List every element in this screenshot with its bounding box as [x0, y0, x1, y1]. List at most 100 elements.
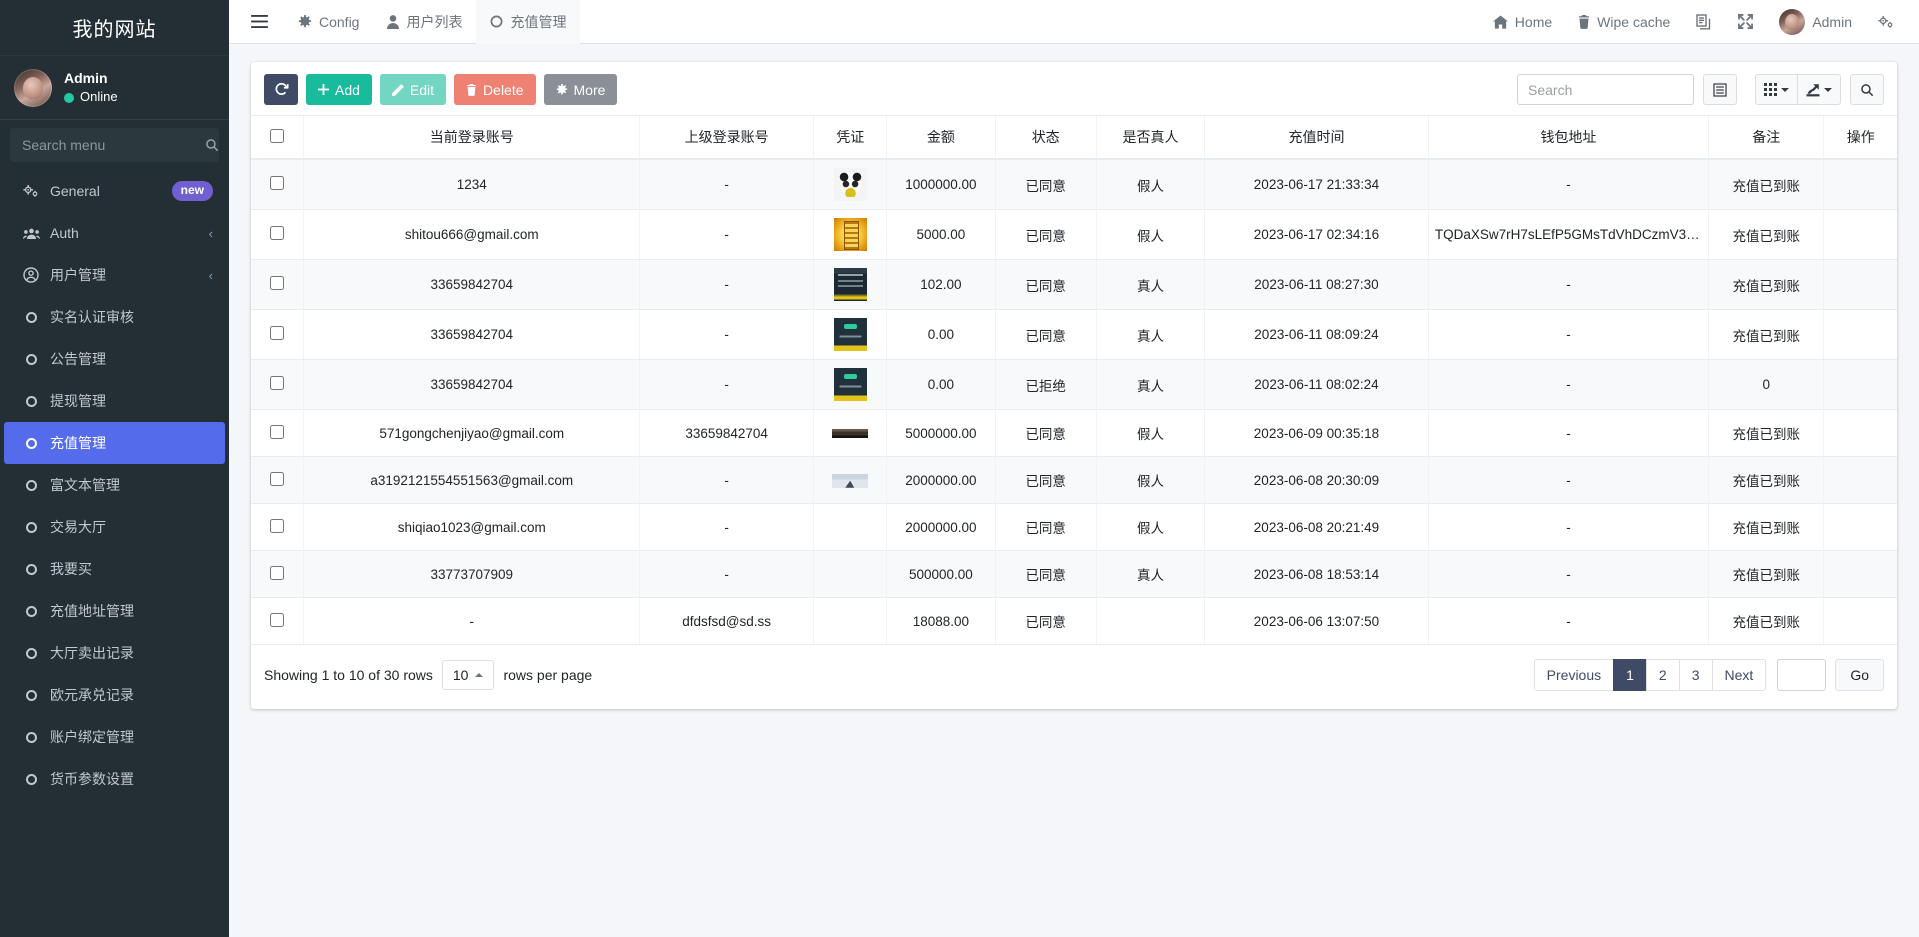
table-row[interactable]: 33773707909-500000.00已同意真人2023-06-08 18:…	[251, 551, 1897, 598]
select-all-checkbox[interactable]	[270, 129, 284, 143]
sidebar-item-公告管理[interactable]: 公告管理	[4, 338, 225, 380]
wipe-cache-button[interactable]: Wipe cache	[1565, 0, 1683, 44]
cell-amount: 5000.00	[887, 210, 995, 260]
page-next[interactable]: Next	[1712, 659, 1767, 691]
sidebar-item-货币参数设置[interactable]: 货币参数设置	[4, 758, 225, 800]
table-row[interactable]: -dfdsfsd@sd.ss18088.00已同意2023-06-06 13:0…	[251, 598, 1897, 645]
search-icon[interactable]	[205, 138, 219, 152]
row-checkbox[interactable]	[270, 276, 284, 290]
cell-is-real: 真人	[1096, 551, 1204, 598]
voucher-thumbnail[interactable]	[834, 318, 867, 351]
row-checkbox[interactable]	[270, 566, 284, 580]
sidebar-item-大厅卖出记录[interactable]: 大厅卖出记录	[4, 632, 225, 674]
col-状态[interactable]: 状态	[995, 116, 1096, 160]
col-当前登录账号[interactable]: 当前登录账号	[304, 116, 640, 160]
sidebar-item-auth[interactable]: Auth ‹	[4, 212, 225, 254]
col-充值时间[interactable]: 充值时间	[1205, 116, 1429, 160]
sidebar-item-充值管理[interactable]: 充值管理	[4, 422, 225, 464]
refresh-button[interactable]	[264, 74, 298, 105]
table-row[interactable]: 571gongchenjiyao@gmail.com33659842704500…	[251, 410, 1897, 457]
page-3[interactable]: 3	[1679, 659, 1713, 691]
go-page-input[interactable]	[1777, 659, 1826, 691]
row-checkbox[interactable]	[270, 176, 284, 190]
cell-is-real: 真人	[1096, 260, 1204, 310]
col-上级登录账号[interactable]: 上级登录账号	[640, 116, 814, 160]
voucher-thumbnail[interactable]	[832, 429, 868, 438]
cell-amount: 0.00	[887, 360, 995, 410]
voucher-thumbnail[interactable]	[834, 168, 867, 201]
page-2[interactable]: 2	[1646, 659, 1680, 691]
row-checkbox[interactable]	[270, 226, 284, 240]
fullscreen-button[interactable]	[1725, 0, 1766, 44]
voucher-thumbnail[interactable]	[832, 474, 868, 488]
table-row[interactable]: shiqiao1023@gmail.com-2000000.00已同意假人202…	[251, 504, 1897, 551]
trash-icon	[1578, 15, 1590, 29]
search-input[interactable]	[1517, 74, 1694, 105]
page-size-selector[interactable]: 10	[442, 660, 495, 690]
sidebar-item-充值地址管理[interactable]: 充值地址管理	[4, 590, 225, 632]
table-row[interactable]: 33659842704-102.00已同意真人2023-06-11 08:27:…	[251, 260, 1897, 310]
col-备注[interactable]: 备注	[1709, 116, 1824, 160]
col-凭证[interactable]: 凭证	[814, 116, 887, 160]
cell-action	[1824, 260, 1897, 310]
sidebar-item-user-management[interactable]: 用户管理 ‹	[4, 254, 225, 296]
search-menu-input[interactable]	[20, 136, 205, 154]
sidebar-item-富文本管理[interactable]: 富文本管理	[4, 464, 225, 506]
sidebar-item-general[interactable]: General new	[4, 170, 225, 212]
go-button[interactable]: Go	[1835, 659, 1884, 691]
delete-button[interactable]: Delete	[454, 74, 535, 105]
user-menu-button[interactable]: Admin	[1766, 0, 1865, 44]
tab-user-list[interactable]: 用户列表	[373, 0, 476, 44]
sidebar-item-label: 欧元承兑记录	[50, 685, 213, 705]
settings-button[interactable]	[1865, 0, 1907, 44]
grid-view-button[interactable]	[1755, 74, 1798, 105]
home-button[interactable]: Home	[1480, 0, 1565, 44]
chevron-down-icon	[1824, 88, 1832, 92]
add-button[interactable]: Add	[306, 74, 372, 105]
sidebar-item-我要买[interactable]: 我要买	[4, 548, 225, 590]
page-1[interactable]: 1	[1613, 659, 1647, 691]
table-row[interactable]: 1234-1000000.00已同意假人2023-06-17 21:33:34-…	[251, 159, 1897, 210]
table-row[interactable]: 33659842704-0.00已拒绝真人2023-06-11 08:02:24…	[251, 360, 1897, 410]
view-buttons-group	[1703, 74, 1746, 105]
edit-button[interactable]: Edit	[380, 74, 446, 105]
row-select-cell	[251, 551, 304, 598]
sidebar-item-账户绑定管理[interactable]: 账户绑定管理	[4, 716, 225, 758]
page-previous[interactable]: Previous	[1534, 659, 1614, 691]
voucher-thumbnail[interactable]	[834, 218, 867, 251]
row-select-cell	[251, 159, 304, 210]
sidebar-item-欧元承兑记录[interactable]: 欧元承兑记录	[4, 674, 225, 716]
tab-config[interactable]: Config	[284, 0, 373, 44]
cell-voucher	[814, 410, 887, 457]
more-button[interactable]: More	[544, 74, 618, 105]
export-button[interactable]	[1797, 74, 1841, 105]
columns-toggle-button[interactable]	[1703, 74, 1737, 105]
voucher-thumbnail[interactable]	[834, 268, 867, 301]
sidebar-item-label: 大厅卖出记录	[50, 643, 213, 663]
copy-button[interactable]	[1683, 0, 1725, 44]
voucher-thumbnail[interactable]	[834, 368, 867, 401]
col-操作[interactable]: 操作	[1824, 116, 1897, 160]
row-checkbox[interactable]	[270, 425, 284, 439]
row-checkbox[interactable]	[270, 613, 284, 627]
sidebar-item-交易大厅[interactable]: 交易大厅	[4, 506, 225, 548]
row-checkbox[interactable]	[270, 519, 284, 533]
col-钱包地址[interactable]: 钱包地址	[1428, 116, 1708, 160]
navbar-left: Config 用户列表 充值管理	[229, 0, 580, 44]
hamburger-icon[interactable]	[229, 0, 284, 44]
cell-status: 已同意	[995, 504, 1096, 551]
table-row[interactable]: shitou666@gmail.com-5000.00已同意假人2023-06-…	[251, 210, 1897, 260]
sidebar-item-实名认证审核[interactable]: 实名认证审核	[4, 296, 225, 338]
row-checkbox[interactable]	[270, 376, 284, 390]
col-金额[interactable]: 金额	[887, 116, 995, 160]
tab-充值管理[interactable]: 充值管理	[476, 0, 580, 44]
advanced-search-button[interactable]	[1850, 74, 1884, 105]
table-row[interactable]: 33659842704-0.00已同意真人2023-06-11 08:09:24…	[251, 310, 1897, 360]
row-checkbox[interactable]	[270, 472, 284, 486]
table-row[interactable]: a3192121554551563@gmail.com-2000000.00已同…	[251, 457, 1897, 504]
sidebar-user-panel[interactable]: Admin Online	[0, 56, 229, 120]
sidebar-search[interactable]	[10, 128, 219, 162]
row-checkbox[interactable]	[270, 326, 284, 340]
col-是否真人[interactable]: 是否真人	[1096, 116, 1204, 160]
sidebar-item-提现管理[interactable]: 提现管理	[4, 380, 225, 422]
